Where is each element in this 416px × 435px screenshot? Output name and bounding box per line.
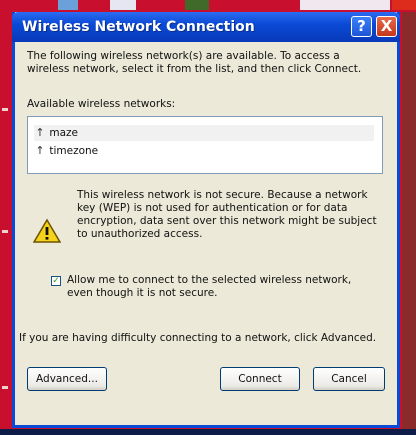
cancel-button[interactable]: Cancel bbox=[313, 367, 385, 391]
desktop-item bbox=[300, 0, 390, 10]
network-item-timezone[interactable]: ↑ timezone bbox=[34, 143, 374, 159]
desktop-mark bbox=[2, 386, 8, 389]
desktop-left-edge bbox=[0, 12, 12, 435]
available-networks-label: Available wireless networks: bbox=[27, 98, 176, 110]
desktop-mark bbox=[2, 108, 8, 111]
network-name: maze bbox=[49, 127, 78, 139]
network-name: timezone bbox=[49, 145, 99, 157]
help-icon: ? bbox=[357, 17, 366, 35]
desktop-right-edge bbox=[402, 12, 416, 435]
security-warning-text: This wireless network is not secure. Bec… bbox=[77, 189, 377, 240]
taskbar-edge bbox=[0, 429, 416, 435]
desktop-item bbox=[392, 0, 416, 10]
title-bar[interactable]: Wireless Network Connection ? X bbox=[12, 12, 400, 42]
allow-insecure-label[interactable]: Allow me to connect to the selected wire… bbox=[67, 274, 377, 300]
allow-insecure-checkbox[interactable]: ✓ bbox=[51, 276, 61, 286]
instructions-text: The following wireless network(s) are av… bbox=[27, 50, 362, 75]
network-list[interactable]: ↑ maze ↑ timezone bbox=[27, 116, 383, 174]
network-item-maze[interactable]: ↑ maze bbox=[34, 125, 374, 141]
desktop-item bbox=[185, 0, 209, 10]
warning-icon bbox=[33, 218, 61, 243]
desktop-item bbox=[110, 0, 136, 10]
desktop-mark bbox=[2, 230, 8, 233]
close-icon: X bbox=[380, 17, 393, 35]
wireless-connection-dialog: Wireless Network Connection ? X The foll… bbox=[12, 12, 400, 428]
window-title: Wireless Network Connection bbox=[22, 19, 255, 35]
desktop-item bbox=[58, 0, 78, 10]
help-button[interactable]: ? bbox=[351, 16, 372, 37]
difficulty-help-text: If you are having difficulty connecting … bbox=[19, 332, 377, 344]
dialog-content: The following wireless network(s) are av… bbox=[15, 42, 397, 425]
close-button[interactable]: X bbox=[376, 16, 397, 37]
wireless-antenna-icon: ↑ bbox=[35, 144, 45, 157]
wireless-antenna-icon: ↑ bbox=[35, 126, 45, 139]
advanced-button[interactable]: Advanced... bbox=[27, 367, 107, 391]
connect-button[interactable]: Connect bbox=[220, 367, 300, 391]
